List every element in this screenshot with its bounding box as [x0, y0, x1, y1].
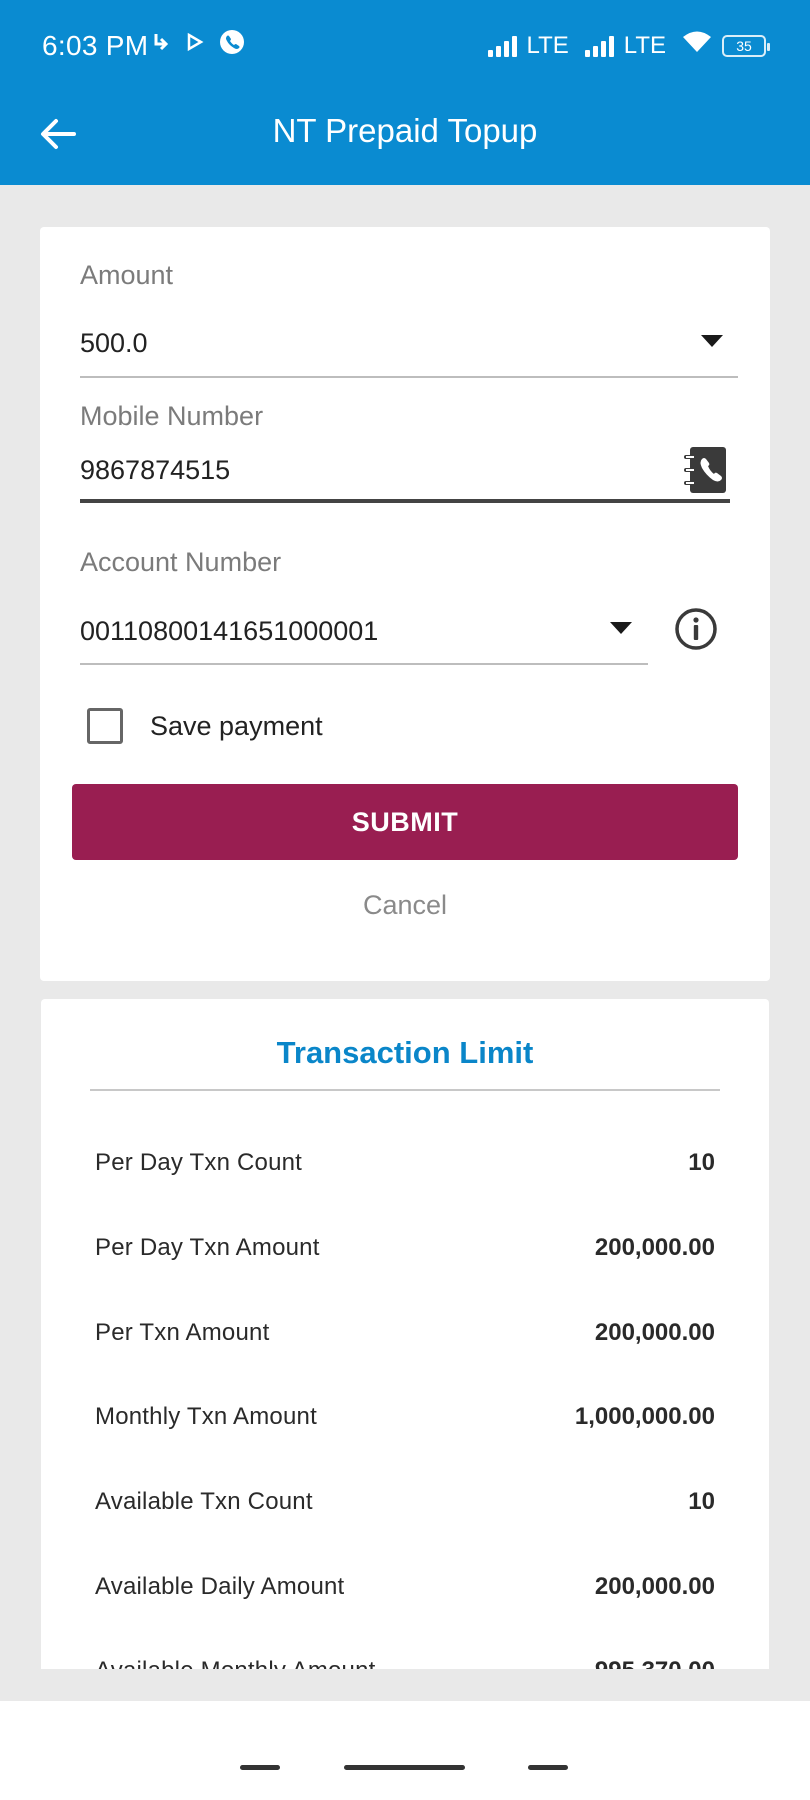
account-info-button[interactable] — [674, 607, 718, 651]
signal-icon-2 — [584, 35, 614, 57]
amount-value: 500.0 — [80, 328, 148, 358]
app-bar: NT Prepaid Topup — [0, 90, 810, 185]
limit-row: Per Day Txn Amount 200,000.00 — [95, 1228, 715, 1268]
amount-underline — [80, 376, 738, 378]
chevron-down-icon — [701, 335, 723, 347]
contact-picker-button[interactable] — [682, 445, 728, 495]
amount-label: Amount — [80, 260, 174, 290]
battery-icon: 35 — [722, 34, 770, 57]
info-icon — [675, 608, 717, 650]
limit-row: Available Txn Count 10 — [95, 1482, 715, 1522]
limit-row: Available Daily Amount 200,000.00 — [95, 1567, 715, 1607]
transaction-limit-title: Transaction Limit — [276, 1035, 534, 1070]
page-title: NT Prepaid Topup — [272, 112, 538, 149]
signal-icon — [487, 35, 517, 57]
limit-label: Per Txn Amount — [95, 1319, 270, 1346]
recents-button[interactable] — [240, 1765, 280, 1770]
back-nav-button[interactable] — [528, 1765, 568, 1770]
status-bar: 6:03 PM LTE LTE 35 — [0, 0, 810, 90]
limit-label: Available Monthly Amount — [95, 1657, 376, 1669]
topup-form-card: Amount 500.0 Mobile Number 9867874515 Ac… — [40, 227, 770, 981]
limit-value: 10 — [688, 1149, 715, 1176]
divider — [90, 1089, 720, 1091]
limit-value: 10 — [688, 1488, 715, 1515]
limit-value: 1,000,000.00 — [574, 1403, 715, 1430]
contact-book-icon — [684, 447, 726, 493]
account-label: Account Number — [80, 547, 282, 577]
transaction-limit-card: Transaction Limit Per Day Txn Count 10 P… — [41, 999, 769, 1669]
save-payment-checkbox[interactable] — [87, 708, 123, 744]
status-time: 6:03 PM — [42, 30, 149, 61]
limit-value: 995,370.00 — [595, 1657, 715, 1669]
limit-label: Available Txn Count — [95, 1488, 313, 1515]
limit-label: Monthly Txn Amount — [95, 1403, 317, 1430]
submit-button[interactable]: SUBMIT — [72, 784, 738, 860]
call-forward-icon — [152, 30, 172, 59]
whatsapp-icon — [218, 28, 246, 61]
limit-label: Available Daily Amount — [95, 1573, 345, 1600]
limit-value: 200,000.00 — [594, 1234, 715, 1261]
limit-label: Per Day Txn Amount — [95, 1234, 320, 1261]
limit-row: Per Day Txn Count 10 — [95, 1143, 715, 1183]
cancel-button[interactable]: Cancel — [40, 890, 770, 921]
limit-row: Per Txn Amount 200,000.00 — [95, 1313, 715, 1353]
system-nav-bar — [0, 1701, 810, 1800]
limit-row: Monthly Txn Amount 1,000,000.00 — [95, 1397, 715, 1437]
limit-label: Per Day Txn Count — [95, 1149, 303, 1176]
chevron-down-icon — [610, 622, 632, 634]
home-button[interactable] — [344, 1765, 465, 1770]
account-value: 00110800141651000001 — [80, 616, 379, 646]
top-bar: 6:03 PM LTE LTE 35 NT Prepaid Topup — [0, 0, 810, 185]
mobile-label: Mobile Number — [80, 401, 264, 431]
network-type-2: LTE — [623, 31, 666, 59]
play-icon — [186, 32, 204, 57]
account-underline — [80, 663, 648, 665]
limit-row: Available Monthly Amount 995,370.00 — [95, 1651, 715, 1669]
limit-value: 200,000.00 — [594, 1573, 715, 1600]
limit-value: 200,000.00 — [594, 1319, 715, 1346]
save-payment-label[interactable]: Save payment — [150, 711, 323, 742]
mobile-underline — [80, 499, 730, 503]
network-type: LTE — [526, 31, 569, 59]
mobile-value: 9867874515 — [80, 455, 231, 485]
wifi-icon — [682, 30, 712, 61]
